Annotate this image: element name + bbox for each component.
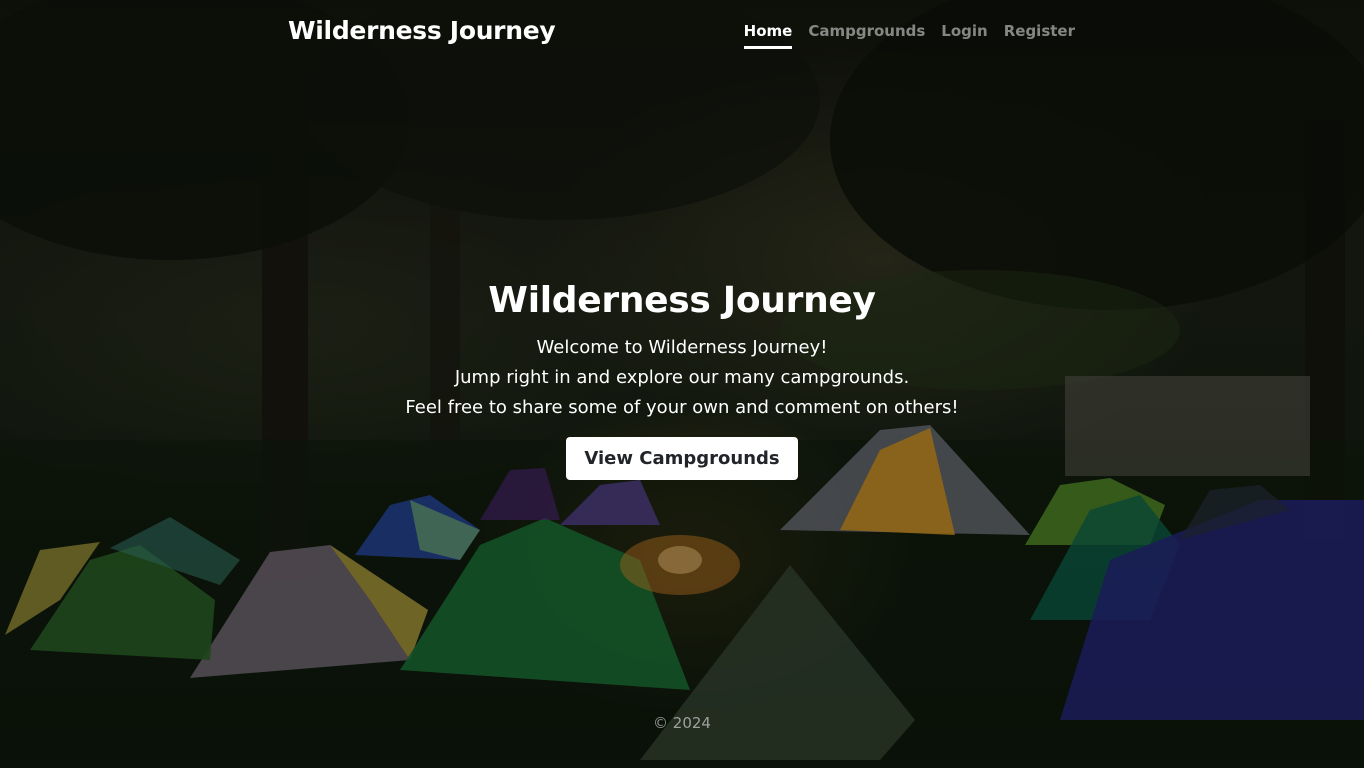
- brand-title[interactable]: Wilderness Journey: [288, 16, 556, 45]
- nav-login-link[interactable]: Login: [941, 22, 987, 49]
- hero-welcome-text: Welcome to Wilderness Journey!: [536, 337, 828, 358]
- hero-title: Wilderness Journey: [488, 280, 876, 321]
- nav-campgrounds-link[interactable]: Campgrounds: [808, 22, 925, 49]
- view-campgrounds-button[interactable]: View Campgrounds: [566, 437, 798, 480]
- landing-page: Wilderness Journey Home Campgrounds Logi…: [0, 0, 1364, 768]
- copyright-text: © 2024: [653, 714, 711, 732]
- site-footer: © 2024: [0, 714, 1364, 732]
- hero-share-text: Feel free to share some of your own and …: [405, 397, 959, 418]
- hero-explore-text: Jump right in and explore our many campg…: [454, 367, 910, 388]
- main-nav: Home Campgrounds Login Register: [743, 22, 1075, 49]
- nav-home-link[interactable]: Home: [743, 22, 793, 49]
- nav-register-link[interactable]: Register: [1004, 22, 1075, 49]
- hero-section: Wilderness Journey Welcome to Wilderness…: [0, 280, 1364, 480]
- site-header: Wilderness Journey Home Campgrounds Logi…: [0, 0, 1364, 70]
